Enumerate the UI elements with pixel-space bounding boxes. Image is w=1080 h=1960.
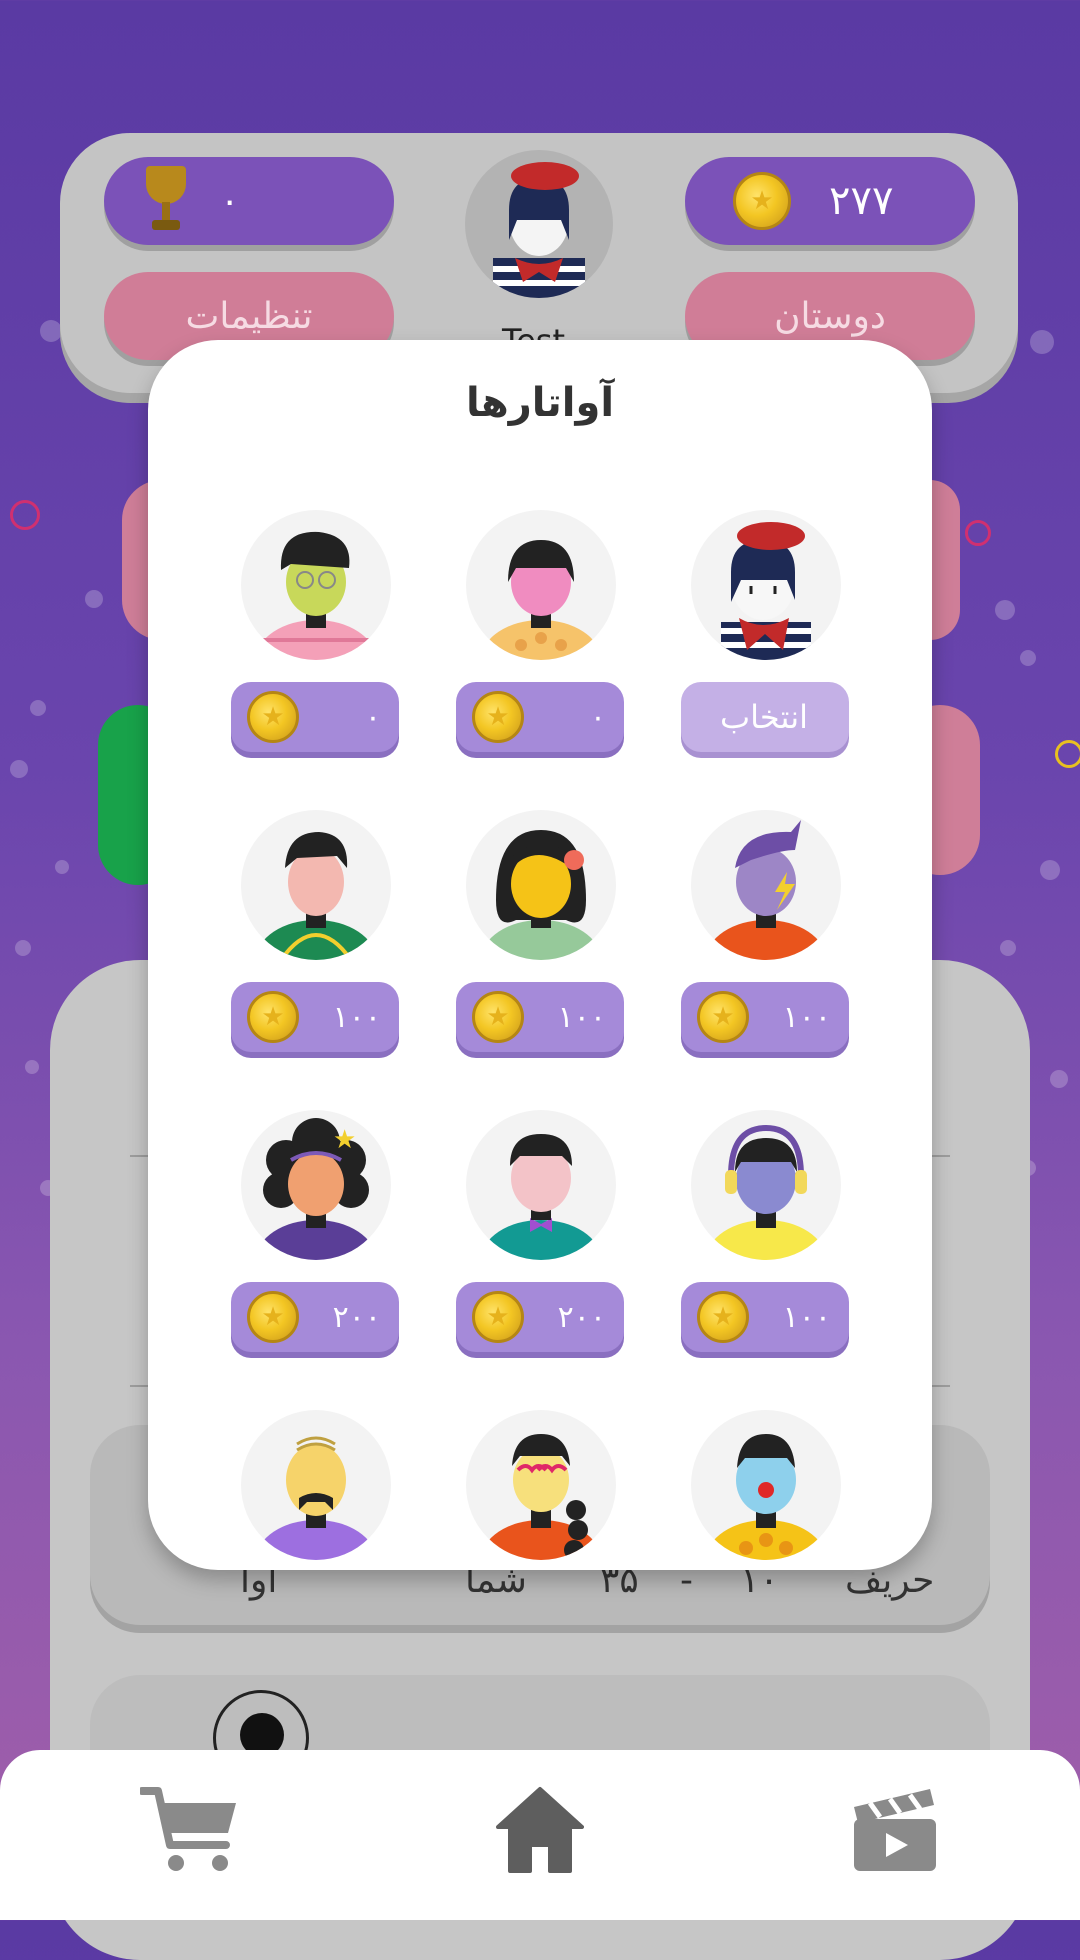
coin-icon — [697, 991, 749, 1043]
price-button[interactable]: ۲۰۰ — [231, 1282, 399, 1352]
trophy-icon — [142, 166, 190, 236]
price-button[interactable]: ۱۰۰ — [681, 982, 849, 1052]
purple-lightning-avatar — [691, 810, 841, 960]
home-icon[interactable] — [496, 1785, 584, 1875]
clown-avatar — [691, 1410, 841, 1560]
price-button[interactable]: ۱۰۰ — [681, 1282, 849, 1352]
coin-icon — [472, 1291, 524, 1343]
profile-avatar[interactable] — [465, 150, 613, 298]
green-shirt-boy-avatar — [241, 810, 391, 960]
mime-avatar — [691, 510, 841, 660]
pink-girl-avatar — [466, 510, 616, 660]
coin-icon — [733, 172, 791, 230]
curly-star-girl-avatar: ★ — [241, 1110, 391, 1260]
price-button[interactable]: ۱۰۰ — [231, 982, 399, 1052]
select-avatar-button[interactable]: انتخاب — [681, 682, 849, 752]
coins-pill: ۲۷۷ — [685, 157, 975, 245]
bowtie-boy-avatar — [466, 1110, 616, 1260]
trophy-pill: ۰ — [104, 157, 394, 245]
svg-text:★: ★ — [333, 1125, 356, 1155]
coin-icon — [697, 1291, 749, 1343]
coin-icon — [247, 991, 299, 1043]
yellow-flower-girl-avatar — [466, 810, 616, 960]
video-icon[interactable] — [850, 1785, 940, 1875]
price-button[interactable]: ۰ — [456, 682, 624, 752]
price-button[interactable]: ۲۰۰ — [456, 1282, 624, 1352]
price-button[interactable]: ۱۰۰ — [456, 982, 624, 1052]
trophy-count: ۰ — [220, 180, 240, 222]
heart-glasses-girl-avatar — [466, 1410, 616, 1560]
price-button[interactable]: ۰ — [231, 682, 399, 752]
headphones-girl-avatar — [691, 1110, 841, 1260]
green-boy-avatar — [241, 510, 391, 660]
avatars-modal: آواتارها انتخاب ★ ۰ ★ ۰ ★ ۱۰۰ ★ ۱۰۰ ★ ۱۰… — [148, 340, 932, 1570]
modal-title: آواتارها — [465, 380, 615, 426]
bottom-navigation — [0, 1750, 1080, 1920]
mustache-man-avatar — [241, 1410, 391, 1560]
coin-icon — [472, 991, 524, 1043]
cart-icon[interactable] — [140, 1785, 240, 1875]
coin-icon — [472, 691, 524, 743]
coin-icon — [247, 1291, 299, 1343]
coin-count: ۲۷۷ — [829, 178, 894, 224]
coin-icon — [247, 691, 299, 743]
